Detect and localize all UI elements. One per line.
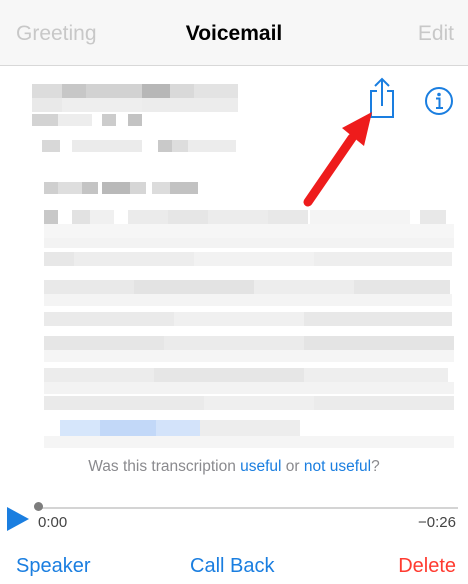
info-button[interactable] — [424, 86, 454, 116]
nav-bar: Greeting Voicemail Edit — [0, 0, 468, 66]
play-button[interactable] — [6, 506, 30, 532]
play-icon — [7, 507, 29, 531]
page-title: Voicemail — [185, 22, 283, 45]
red-arrow-annotation — [303, 112, 372, 207]
transcription-feedback: Was this transcription useful or not use… — [0, 458, 468, 476]
scrubber-knob[interactable] — [34, 502, 43, 511]
info-icon — [425, 87, 453, 115]
delete-button[interactable]: Delete — [398, 553, 456, 579]
elapsed-time: 0:00 — [38, 514, 68, 531]
call-back-button[interactable]: Call Back — [190, 553, 274, 579]
playback-scrubber[interactable] — [38, 507, 458, 509]
feedback-prefix: Was this transcription — [88, 458, 241, 475]
feedback-suffix: ? — [371, 458, 380, 475]
greeting-button[interactable]: Greeting — [16, 20, 97, 48]
feedback-middle: or — [281, 458, 304, 475]
remaining-time: −0:26 — [418, 514, 456, 531]
edit-button[interactable]: Edit — [418, 20, 454, 48]
useful-link[interactable]: useful — [240, 458, 281, 475]
not-useful-link[interactable]: not useful — [304, 458, 371, 475]
voicemail-screen: Greeting Voicemail Edit Was this transcr… — [0, 0, 468, 584]
speaker-button[interactable]: Speaker — [16, 553, 91, 579]
